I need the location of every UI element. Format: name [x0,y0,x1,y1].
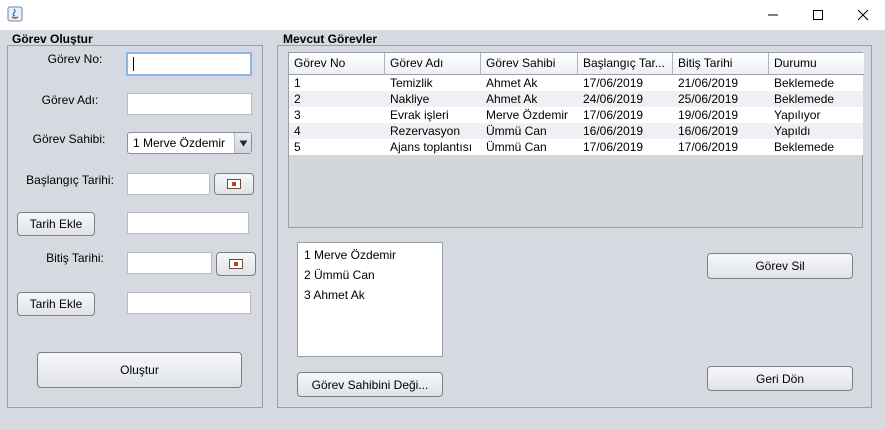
table-row[interactable]: 4 Rezervasyon Ümmü Can 16/06/2019 16/06/… [289,123,863,139]
table-cell: 3 [294,108,301,122]
list-item[interactable]: 1 Merve Özdemir [304,248,396,262]
close-icon [857,9,869,21]
table-cell: 2 [294,92,301,106]
add-start-date-button[interactable]: Tarih Ekle [17,212,95,236]
tasks-table-header: Görev No Görev Adı Görev Sahibi Başlangı… [289,53,864,75]
start-date-label: Başlangıç Tarihi: [26,173,114,187]
table-cell: Beklemede [774,140,835,154]
calendar-icon [229,259,243,269]
back-button[interactable]: Geri Dön [707,366,853,391]
tasks-table[interactable]: Görev No Görev Adı Görev Sahibi Başlangı… [288,52,864,228]
end-date-label: Bitiş Tarihi: [46,251,104,265]
table-cell: 19/06/2019 [678,108,739,122]
add-end-date-button[interactable]: Tarih Ekle [17,292,95,316]
start-date-picker-button[interactable] [214,173,254,195]
table-cell: Ahmet Ak [486,92,538,106]
dropdown-arrow-icon[interactable] [234,133,251,153]
table-row[interactable]: 3 Evrak işleri Merve Özdemir 17/06/2019 … [289,107,863,123]
end-date-picker-button[interactable] [216,252,256,276]
table-cell: 16/06/2019 [583,124,644,138]
end-date-added-field[interactable] [127,292,251,314]
table-cell: Ajans toplantısı [390,140,473,154]
task-name-input[interactable] [127,93,252,115]
create-task-panel-title: Görev Oluştur [12,32,93,46]
table-cell: Evrak işleri [390,108,449,122]
table-cell: Nakliye [390,92,430,106]
table-cell: 17/06/2019 [678,140,739,154]
minimize-icon [768,14,778,16]
minimize-button[interactable] [750,0,796,30]
table-cell: Temizlik [390,76,433,90]
text-caret [133,57,134,71]
delete-task-button[interactable]: Görev Sil [707,253,853,279]
table-cell: Beklemede [774,76,835,90]
window-titlebar [0,0,885,30]
task-owner-label: Görev Sahibi: [32,132,106,146]
task-owner-selected-value: 1 Merve Özdemir [133,136,226,150]
table-cell: 17/06/2019 [583,76,644,90]
table-cell: 4 [294,124,301,138]
table-cell: Beklemede [774,92,835,106]
existing-tasks-panel-title: Mevcut Görevler [283,32,378,46]
maximize-icon [813,10,823,20]
task-no-input[interactable] [126,52,252,76]
create-task-button[interactable]: Oluştur [37,352,242,388]
list-item[interactable]: 3 Ahmet Ak [304,288,365,302]
task-owner-select[interactable]: 1 Merve Özdemir [127,132,252,154]
table-cell: Yapıldı [774,124,811,138]
column-header-task-no[interactable]: Görev No [289,53,385,75]
maximize-button[interactable] [795,0,841,30]
table-cell: 1 [294,76,301,90]
column-header-task-name[interactable]: Görev Adı [385,53,481,75]
table-cell: 24/06/2019 [583,92,644,106]
table-cell: Ümmü Can [486,124,547,138]
column-header-start-date[interactable]: Başlangıç Tar... [578,53,673,75]
table-row[interactable]: 2 Nakliye Ahmet Ak 24/06/2019 25/06/2019… [289,91,863,107]
change-owner-button[interactable]: Görev Sahibini Deği... [297,372,443,397]
owners-list[interactable]: 1 Merve Özdemir 2 Ümmü Can 3 Ahmet Ak [297,242,443,357]
table-cell: Rezervasyon [390,124,461,138]
table-row[interactable]: 5 Ajans toplantısı Ümmü Can 17/06/2019 1… [289,139,863,155]
task-name-label: Görev Adı: [41,93,99,107]
start-date-added-field[interactable] [127,212,249,234]
table-cell: Merve Özdemir [486,108,569,122]
table-cell: Ümmü Can [486,140,547,154]
column-header-task-owner[interactable]: Görev Sahibi [481,53,578,75]
table-row[interactable]: 1 Temizlik Ahmet Ak 17/06/2019 21/06/201… [289,75,863,91]
table-cell: 21/06/2019 [678,76,739,90]
calendar-icon [227,179,241,189]
end-date-input[interactable] [127,252,212,274]
table-cell: 25/06/2019 [678,92,739,106]
table-cell: 17/06/2019 [583,108,644,122]
table-cell: 17/06/2019 [583,140,644,154]
java-app-icon [7,6,23,22]
table-cell: 16/06/2019 [678,124,739,138]
close-button[interactable] [840,0,885,30]
table-cell: 5 [294,140,301,154]
start-date-input[interactable] [127,173,210,195]
table-cell: Yapılıyor [774,108,821,122]
table-cell: Ahmet Ak [486,76,538,90]
task-no-label: Görev No: [47,52,103,66]
column-header-status[interactable]: Durumu [769,53,864,75]
list-item[interactable]: 2 Ümmü Can [304,268,375,282]
column-header-end-date[interactable]: Bitiş Tarihi [673,53,769,75]
